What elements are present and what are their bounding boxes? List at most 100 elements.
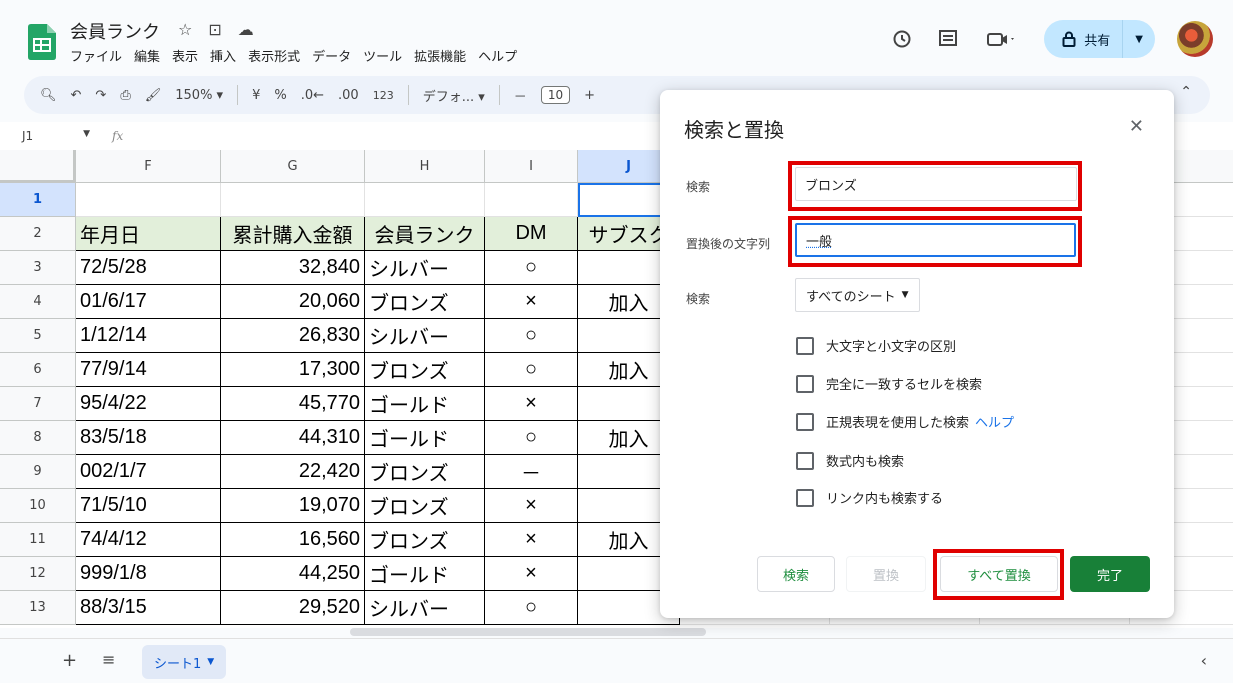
table-cell[interactable]: ブロンズ [365, 489, 485, 523]
header-cell[interactable]: 会員ランク [365, 217, 485, 251]
share-options-dropdown[interactable]: ▼ [1122, 20, 1155, 58]
row-header-13[interactable]: 13 [0, 591, 76, 625]
replace-button[interactable]: 置換 [846, 556, 926, 592]
row-header-4[interactable]: 4 [0, 285, 76, 319]
increase-decimal-button[interactable]: .00 [338, 88, 359, 103]
option-search-formulas[interactable]: 数式内も検索 [796, 451, 904, 470]
select-all-corner[interactable] [0, 150, 76, 183]
table-cell[interactable]: 999/1/8 [76, 557, 221, 591]
table-cell[interactable]: × [485, 557, 578, 591]
table-cell[interactable]: ○ [485, 353, 578, 387]
menu-insert[interactable]: 挿入 [210, 46, 236, 65]
option-match-entire-cell[interactable]: 完全に一致するセルを検索 [796, 374, 982, 393]
table-cell[interactable]: 72/5/28 [76, 251, 221, 285]
row-header-5[interactable]: 5 [0, 319, 76, 353]
comments-icon[interactable] [936, 27, 960, 51]
table-cell[interactable]: シルバー [365, 319, 485, 353]
menu-file[interactable]: ファイル [70, 46, 122, 65]
zoom-select[interactable]: 150% ▾ [175, 88, 223, 103]
font-select[interactable]: デフォ... ▾ [423, 86, 485, 105]
row-header-10[interactable]: 10 [0, 489, 76, 523]
row-header-11[interactable]: 11 [0, 523, 76, 557]
table-cell[interactable]: ○ [485, 591, 578, 625]
table-cell[interactable]: ゴールド [365, 557, 485, 591]
currency-format-button[interactable]: ¥ [252, 88, 260, 103]
row-header-12[interactable]: 12 [0, 557, 76, 591]
table-cell[interactable]: ブロンズ [365, 285, 485, 319]
table-cell[interactable]: ○ [485, 319, 578, 353]
option-search-links[interactable]: リンク内も検索する [796, 488, 943, 507]
column-header-H[interactable]: H [365, 150, 485, 183]
search-menus-icon[interactable]: 🔍︎ [40, 88, 57, 103]
table-cell[interactable]: 01/6/17 [76, 285, 221, 319]
table-cell[interactable]: ブロンズ [365, 455, 485, 489]
sheet-nav-left-icon[interactable]: ‹ [1201, 651, 1207, 670]
meet-video-icon[interactable] [982, 27, 1022, 51]
percent-format-button[interactable]: % [274, 88, 286, 103]
row-header-9[interactable]: 9 [0, 455, 76, 489]
table-cell[interactable]: 002/1/7 [76, 455, 221, 489]
redo-icon[interactable]: ↷ [95, 88, 106, 103]
menu-help[interactable]: ヘルプ [478, 46, 517, 65]
checkbox[interactable] [796, 374, 814, 393]
table-cell[interactable]: 32,840 [221, 251, 365, 285]
row-header-6[interactable]: 6 [0, 353, 76, 387]
table-cell[interactable]: 44,310 [221, 421, 365, 455]
document-title[interactable]: 会員ランク [70, 18, 160, 44]
table-cell[interactable]: × [485, 285, 578, 319]
table-cell[interactable]: ブロンズ [365, 523, 485, 557]
menu-view[interactable]: 表示 [172, 46, 198, 65]
checkbox[interactable] [796, 451, 814, 470]
name-box[interactable]: J1 ▼ [0, 129, 90, 143]
sheets-logo-icon[interactable] [28, 24, 56, 60]
checkbox[interactable] [796, 488, 814, 507]
table-cell[interactable]: 22,420 [221, 455, 365, 489]
add-sheet-icon[interactable]: + [62, 650, 77, 671]
cloud-status-icon[interactable]: ☁ [238, 20, 254, 39]
header-cell[interactable]: 累計購入金額 [221, 217, 365, 251]
decrease-decimal-button[interactable]: .0← [301, 88, 324, 103]
print-icon[interactable]: ⎙ [120, 88, 130, 103]
checkbox[interactable] [796, 336, 814, 355]
star-icon[interactable]: ☆ [178, 20, 192, 39]
table-cell[interactable]: × [485, 387, 578, 421]
table-cell[interactable] [365, 183, 485, 217]
row-header-3[interactable]: 3 [0, 251, 76, 285]
table-cell[interactable]: 74/4/12 [76, 523, 221, 557]
checkbox[interactable] [796, 412, 814, 431]
collapse-toolbar-icon[interactable]: ⌃ [1180, 84, 1192, 100]
menu-tools[interactable]: ツール [363, 46, 402, 65]
table-cell[interactable]: 26,830 [221, 319, 365, 353]
row-header-7[interactable]: 7 [0, 387, 76, 421]
table-cell[interactable]: × [485, 523, 578, 557]
share-button[interactable]: 共有 ▼ [1044, 20, 1155, 58]
table-cell[interactable]: 45,770 [221, 387, 365, 421]
option-case-sensitive[interactable]: 大文字と小文字の区別 [796, 336, 956, 355]
table-cell[interactable]: 83/5/18 [76, 421, 221, 455]
avatar[interactable] [1177, 21, 1213, 57]
table-cell[interactable]: 71/5/10 [76, 489, 221, 523]
table-cell[interactable]: － [485, 455, 578, 489]
move-folder-icon[interactable]: ⊡ [208, 20, 221, 39]
row-header-8[interactable]: 8 [0, 421, 76, 455]
table-cell[interactable]: 19,070 [221, 489, 365, 523]
column-header-G[interactable]: G [221, 150, 365, 183]
menu-edit[interactable]: 編集 [134, 46, 160, 65]
table-cell[interactable]: × [485, 489, 578, 523]
menu-extensions[interactable]: 拡張機能 [414, 46, 466, 65]
font-size-decrease-button[interactable]: － [514, 86, 527, 105]
number-format-button[interactable]: 123 [373, 89, 394, 102]
table-cell[interactable]: 95/4/22 [76, 387, 221, 421]
history-icon[interactable] [890, 27, 914, 51]
column-header-F[interactable]: F [76, 150, 221, 183]
header-cell[interactable]: DM [485, 217, 578, 251]
table-cell[interactable]: 88/3/15 [76, 591, 221, 625]
table-cell[interactable]: 17,300 [221, 353, 365, 387]
table-cell[interactable]: 29,520 [221, 591, 365, 625]
font-size-increase-button[interactable]: + [584, 88, 595, 103]
table-cell[interactable] [76, 183, 221, 217]
table-cell[interactable]: ○ [485, 421, 578, 455]
menu-data[interactable]: データ [312, 46, 351, 65]
table-cell[interactable]: 16,560 [221, 523, 365, 557]
sheet-tab[interactable]: シート1 ▼ [142, 645, 227, 679]
